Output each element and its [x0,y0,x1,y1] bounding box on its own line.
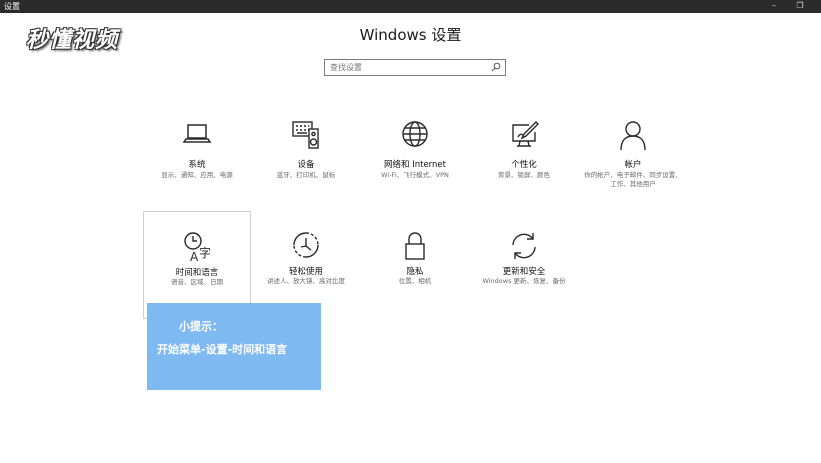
tile-label: 隐私 [406,267,424,277]
tile-description: Windows 更新、恢复、备份 [482,277,566,285]
maximize-button[interactable]: ❐ [787,0,813,13]
tile-description: Wi-Fi、飞行模式、VPN [381,171,449,179]
person-icon [579,118,687,154]
tile-description: 背景、锁屏、颜色 [498,171,550,179]
search-icon[interactable] [491,62,501,72]
tile-description: 讲述人、放大镜、高对比度 [267,277,345,285]
tip-overlay: 小提示： 开始菜单-设置-时间和语言 [147,303,321,390]
clock-language-icon: A 字 [144,230,250,266]
tile-devices[interactable]: 设备 蓝牙、打印机、鼠标 [252,118,360,226]
tile-personalization[interactable]: 个性化 背景、锁屏、颜色 [470,118,578,226]
ease-of-access-icon [252,229,360,265]
tile-label: 轻松使用 [288,267,323,277]
tile-label: 个性化 [511,160,537,170]
tile-label: 设备 [297,160,315,170]
tile-label: 网络和 Internet [384,160,446,170]
search-box[interactable] [324,59,506,76]
tile-label: 时间和语言 [175,268,219,278]
minimize-button[interactable]: – [761,0,787,13]
tile-label: 更新和安全 [502,267,546,277]
tile-description: 你的帐户、电子邮件、同步设置、工作、其他用户 [584,171,682,188]
tile-label: 帐户 [624,160,642,170]
tip-body: 开始菜单-设置-时间和语言 [157,343,288,356]
laptop-icon [143,118,251,154]
tile-network[interactable]: 网络和 Internet Wi-Fi、飞行模式、VPN [361,118,469,226]
search-input[interactable] [330,60,490,75]
tile-accounts[interactable]: 帐户 你的帐户、电子邮件、同步设置、工作、其他用户 [579,118,687,226]
tile-update-security[interactable]: 更新和安全 Windows 更新、恢复、备份 [470,211,578,319]
tile-description: 蓝牙、打印机、鼠标 [276,171,336,179]
tile-description: 显示、通知、应用、电源 [161,171,233,179]
tile-system[interactable]: 系统 显示、通知、应用、电源 [143,118,251,226]
lock-icon [361,229,469,265]
title-bar: 设置 – ❐ [0,0,821,13]
page-title: Windows 设置 [359,26,462,44]
tile-label: 系统 [188,160,206,170]
tile-privacy[interactable]: 隐私 位置、相机 [361,211,469,319]
tile-description: 位置、相机 [398,277,432,285]
sync-icon [470,229,578,265]
tile-description: 语音、区域、日期 [171,278,223,286]
keyboard-speaker-icon [252,118,360,154]
tip-title: 小提示： [179,320,223,333]
paint-screen-icon [470,118,578,154]
window-title: 设置 [4,2,20,11]
globe-icon [361,118,469,154]
svg-text:字: 字 [199,245,211,260]
svg-text:A: A [190,250,199,264]
